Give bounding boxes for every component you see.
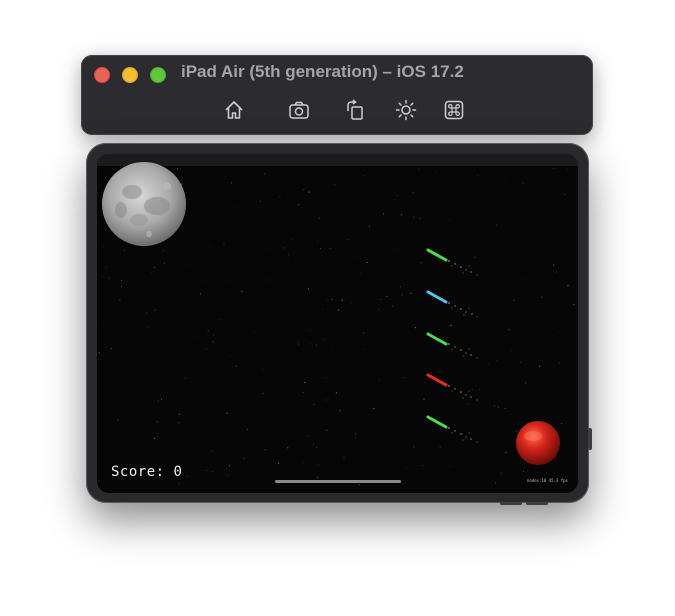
laser-projectile [426, 332, 478, 359]
side-button-b[interactable] [526, 502, 548, 505]
appearance-icon [395, 99, 417, 121]
rotate-icon [347, 99, 363, 120]
game-screen[interactable]: Score: 0 nodes:18 45.3 fps [97, 154, 578, 493]
command-button[interactable] [441, 98, 467, 122]
minimize-button[interactable] [122, 67, 138, 83]
zoom-button[interactable] [150, 67, 166, 83]
laser-projectile [426, 415, 478, 443]
debug-stats: nodes:18 45.3 fps [527, 478, 568, 483]
screenshot-icon [289, 101, 309, 119]
simulator-desktop: iPad Air (5th generation) – iOS 17.2 Sco… [0, 0, 675, 616]
planet-sprite[interactable] [516, 421, 560, 465]
appearance-button[interactable] [393, 98, 419, 122]
space-background [97, 162, 575, 488]
side-button-a[interactable] [500, 502, 522, 505]
home-icon [225, 101, 243, 119]
laser-projectile [426, 290, 478, 318]
home-button[interactable] [221, 98, 247, 122]
score-label: Score: 0 [111, 464, 183, 480]
command-icon [444, 100, 464, 120]
screenshot-button[interactable] [286, 98, 312, 122]
volume-button[interactable] [588, 428, 592, 450]
laser-projectile [426, 248, 478, 276]
home-indicator[interactable] [275, 480, 401, 483]
moon-sprite [102, 162, 186, 246]
window-title: iPad Air (5th generation) – iOS 17.2 [181, 62, 464, 81]
close-button[interactable] [94, 67, 110, 83]
laser-projectile [426, 373, 478, 401]
rotate-button[interactable] [342, 98, 368, 122]
